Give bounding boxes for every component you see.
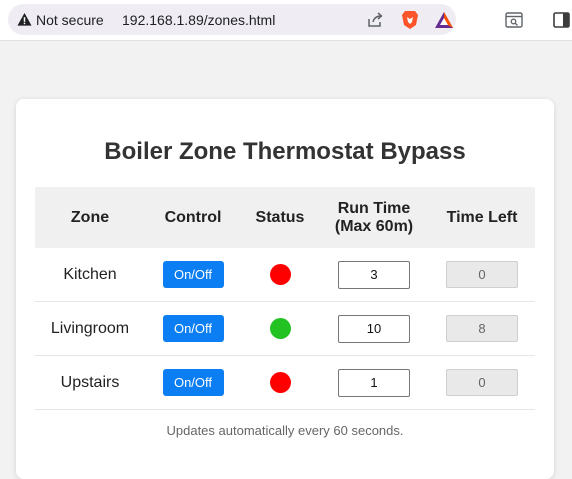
time-left-upstairs: 0	[446, 369, 518, 396]
run-time-input-upstairs[interactable]	[338, 368, 410, 397]
address-bar[interactable]: Not secure 192.168.1.89/zones.html	[8, 4, 456, 35]
auto-update-note: Updates automatically every 60 seconds.	[166, 423, 404, 438]
reader-mode-icon[interactable]	[505, 12, 523, 28]
warning-icon[interactable]	[17, 12, 32, 27]
brave-icon[interactable]	[401, 10, 419, 30]
bat-rewards-icon[interactable]	[434, 11, 454, 29]
zone-name: Upstairs	[35, 355, 145, 410]
column-header-zone: Zone	[35, 187, 145, 248]
column-header-time-left: Time Left	[429, 187, 535, 248]
time-left-livingroom: 8	[446, 315, 518, 342]
run-time-header-line2: (Max 60m)	[334, 217, 414, 235]
run-time-header-line1: Run Time	[337, 199, 411, 217]
browser-toolbar: Not secure 192.168.1.89/zones.html	[0, 0, 572, 41]
zone-name: Kitchen	[35, 248, 145, 302]
status-indicator-kitchen	[269, 264, 291, 285]
url-text[interactable]: 192.168.1.89/zones.html	[122, 12, 275, 28]
share-icon[interactable]	[366, 11, 384, 29]
table-row: Livingroom On/Off 8	[35, 301, 535, 356]
table-row: Upstairs On/Off 0	[35, 355, 535, 410]
table-row: Kitchen On/Off 0	[35, 248, 535, 302]
on-off-button-upstairs[interactable]: On/Off	[162, 369, 224, 396]
zones-card: Boiler Zone Thermostat Bypass Zone Contr…	[16, 99, 554, 479]
table-header-row: Zone Control Status Run Time (Max 60m) Ti…	[35, 187, 535, 248]
run-time-input-livingroom[interactable]	[338, 314, 410, 343]
column-header-run-time: Run Time (Max 60m)	[319, 187, 429, 248]
column-header-status: Status	[241, 187, 319, 248]
column-header-control: Control	[145, 187, 241, 248]
zones-table: Zone Control Status Run Time (Max 60m) Ti…	[35, 187, 535, 410]
sidebar-icon[interactable]	[553, 12, 570, 28]
page-title: Boiler Zone Thermostat Bypass	[104, 138, 466, 165]
security-label[interactable]: Not secure	[36, 12, 104, 28]
status-indicator-livingroom	[269, 318, 291, 339]
status-indicator-upstairs	[269, 372, 291, 393]
on-off-button-kitchen[interactable]: On/Off	[162, 261, 224, 288]
zone-name: Livingroom	[35, 301, 145, 356]
on-off-button-livingroom[interactable]: On/Off	[162, 315, 224, 342]
run-time-input-kitchen[interactable]	[338, 260, 410, 289]
time-left-kitchen: 0	[446, 261, 518, 288]
